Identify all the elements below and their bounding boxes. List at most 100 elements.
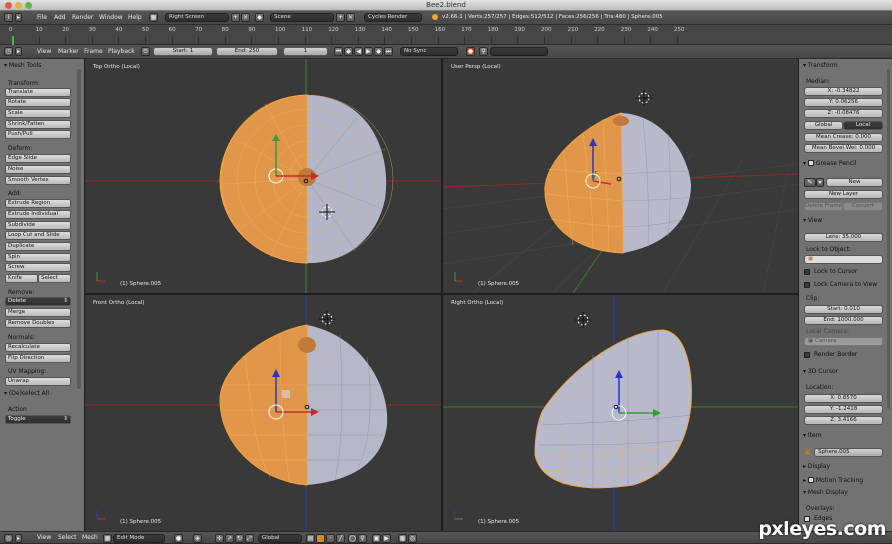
jump-start-icon[interactable]: ⏮ <box>334 47 343 56</box>
clip-start-field[interactable]: Start: 0.010 <box>804 305 883 314</box>
layer-active-icon[interactable] <box>316 534 325 543</box>
dropdown-icon[interactable]: ▾ <box>816 178 824 187</box>
scene-selector[interactable]: Scene <box>270 13 334 22</box>
frame-end-field[interactable]: End: 250 <box>216 47 278 56</box>
cursor-z-field[interactable]: Z: 3.4166 <box>804 416 883 425</box>
grease-pencil-title[interactable]: ▾ Grease Pencil <box>803 159 856 167</box>
grease-new-button[interactable]: New <box>826 178 883 187</box>
play-reverse-icon[interactable]: ◀ <box>354 47 363 56</box>
play-icon[interactable]: ▶ <box>364 47 373 56</box>
3d-cursor-panel-title[interactable]: ▾ 3D Cursor <box>803 368 838 375</box>
snap-element-icon[interactable]: ▦ <box>398 534 407 543</box>
translate-button[interactable]: Translate <box>5 88 71 97</box>
footer-menu-select[interactable]: Select <box>58 532 77 544</box>
median-z-field[interactable]: Z: -0.08476 <box>804 109 883 118</box>
snap-icon[interactable]: ⚲ <box>358 534 367 543</box>
close-window-icon[interactable] <box>5 2 12 9</box>
menu-file[interactable]: File <box>37 11 47 24</box>
screw-button[interactable]: Screw <box>5 263 71 272</box>
preview-range-icon[interactable]: ⏲ <box>141 47 150 56</box>
lock-cursor-checkbox[interactable] <box>804 269 810 275</box>
deselect-all-title[interactable]: ▾ (De)select All <box>4 390 49 397</box>
pivot-point-icon[interactable]: ◈ <box>193 534 202 543</box>
mode-select[interactable]: Edit Mode <box>113 534 165 543</box>
global-toggle[interactable]: Global <box>804 121 843 130</box>
scale-button[interactable]: Scale <box>5 109 71 118</box>
view-panel-title[interactable]: ▾ View <box>803 217 822 224</box>
screen-remove-icon[interactable]: × <box>241 13 250 22</box>
extrude-region-button[interactable]: Extrude Region <box>5 199 71 208</box>
proportional-edit-icon[interactable]: ◯ <box>348 534 357 543</box>
zoom-window-icon[interactable] <box>25 2 32 9</box>
frame-start-field[interactable]: Start: 1 <box>153 47 213 56</box>
screen-layout-icon[interactable]: ▦ <box>149 13 158 22</box>
scale-manipulator-icon[interactable]: ⤢ <box>245 534 254 543</box>
delete-menu[interactable]: Delete ⇕ <box>5 297 71 306</box>
prev-keyframe-icon[interactable]: ◆ <box>344 47 353 56</box>
merge-button[interactable]: Merge <box>5 308 71 317</box>
menu-window[interactable]: Window <box>99 11 123 24</box>
render-border-checkbox[interactable] <box>804 352 810 358</box>
edge-slide-button[interactable]: Edge Slide <box>5 154 71 163</box>
timeline-menu-playback[interactable]: Playback <box>108 45 135 58</box>
render-engine-select[interactable]: Cycles Render <box>364 13 422 22</box>
render-preview-icon[interactable]: ▣ <box>372 534 381 543</box>
unwrap-button[interactable]: Unwrap <box>5 377 71 386</box>
remove-doubles-button[interactable]: Remove Doubles <box>5 319 71 328</box>
duplicate-button[interactable]: Duplicate <box>5 242 71 251</box>
mean-bevel-field[interactable]: Mean Bevel Wei: 0.000 <box>804 144 883 153</box>
timeline-editor-icon[interactable]: ◷ <box>4 47 13 56</box>
current-frame-cursor[interactable] <box>12 36 14 45</box>
scene-remove-icon[interactable]: × <box>346 13 355 22</box>
delete-frame-button[interactable]: Delete Frame <box>804 202 843 211</box>
timeline-menu-view[interactable]: View <box>37 45 51 58</box>
lock-object-field[interactable]: ▣ <box>804 255 883 264</box>
clip-end-field[interactable]: End: 1000.000 <box>804 316 883 325</box>
menu-add[interactable]: Add <box>54 11 66 24</box>
viewport-right-ortho[interactable]: Right Ortho (Local) (1) Sphere.005 <box>443 295 798 531</box>
transform-panel-title[interactable]: ▾ Transform <box>803 62 838 69</box>
menu-help[interactable]: Help <box>128 11 142 24</box>
grease-pencil-checkbox[interactable] <box>807 160 814 166</box>
object-name-field[interactable]: Sphere.005 <box>814 448 883 457</box>
smooth-vertex-button[interactable]: Smooth Vertex <box>5 176 71 185</box>
translate-manipulator-icon[interactable]: ↗ <box>225 534 234 543</box>
timeline-menu-marker[interactable]: Marker <box>58 45 79 58</box>
rotate-manipulator-icon[interactable]: ↻ <box>235 534 244 543</box>
flip-direction-button[interactable]: Flip Direction <box>5 354 71 363</box>
mesh-display-title[interactable]: ▾ Mesh Display <box>803 489 848 496</box>
median-x-field[interactable]: X: -0.34822 <box>804 87 883 96</box>
manipulator-icon[interactable]: ✢ <box>215 534 224 543</box>
lock-camera-checkbox[interactable] <box>804 282 810 288</box>
info-editor-icon[interactable]: i <box>4 13 13 22</box>
transform-orientation-select[interactable]: Global <box>258 534 302 543</box>
rotate-button[interactable]: Rotate <box>5 98 71 107</box>
extrude-individual-button[interactable]: Extrude Individual <box>5 210 71 219</box>
viewport-front-ortho[interactable]: Front Ortho (Local) (1) Sphere.005 <box>85 295 441 531</box>
3d-view-editor-icon[interactable]: ◎ <box>4 534 13 543</box>
keying-set-field[interactable] <box>490 47 548 56</box>
scene-add-icon[interactable]: + <box>336 13 345 22</box>
properties-scrollbar[interactable] <box>887 69 890 409</box>
tool-shelf-scrollbar[interactable] <box>77 69 81 389</box>
motion-tracking-title[interactable]: ▸ Motion Tracking <box>803 476 863 484</box>
shrink-fatten-button[interactable]: Shrink/Fatten <box>5 120 71 129</box>
opengl-render-icon[interactable]: ◎ <box>408 534 417 543</box>
item-panel-title[interactable]: ▾ Item <box>803 432 822 439</box>
viewport-shading-icon[interactable]: ● <box>174 534 183 543</box>
pencil-icon[interactable]: ✎ <box>804 178 816 187</box>
timeline-ruler[interactable]: 0 10 20 30 40 50 60 70 80 90 100 110 120 130 140 150 160… <box>0 25 892 45</box>
screen-add-icon[interactable]: + <box>231 13 240 22</box>
knife-button[interactable]: Knife <box>5 274 38 283</box>
display-panel-title[interactable]: ▸ Display <box>803 463 830 470</box>
local-camera-field[interactable]: ▣ Camera <box>804 337 883 346</box>
viewport-top-ortho[interactable]: Top Ortho (Local) (1) Sphere.005 <box>85 59 441 293</box>
minimize-window-icon[interactable] <box>15 2 22 9</box>
timeline-collapse-icon[interactable]: ▸ <box>15 47 22 56</box>
footer-menu-mesh[interactable]: Mesh <box>82 532 98 544</box>
timeline-menu-frame[interactable]: Frame <box>84 45 103 58</box>
cursor-y-field[interactable]: Y: -1.2418 <box>804 405 883 414</box>
action-select[interactable]: Toggle ⇕ <box>5 415 71 424</box>
layers-icon[interactable]: ▤ <box>306 534 315 543</box>
median-y-field[interactable]: Y: 0.06256 <box>804 98 883 107</box>
